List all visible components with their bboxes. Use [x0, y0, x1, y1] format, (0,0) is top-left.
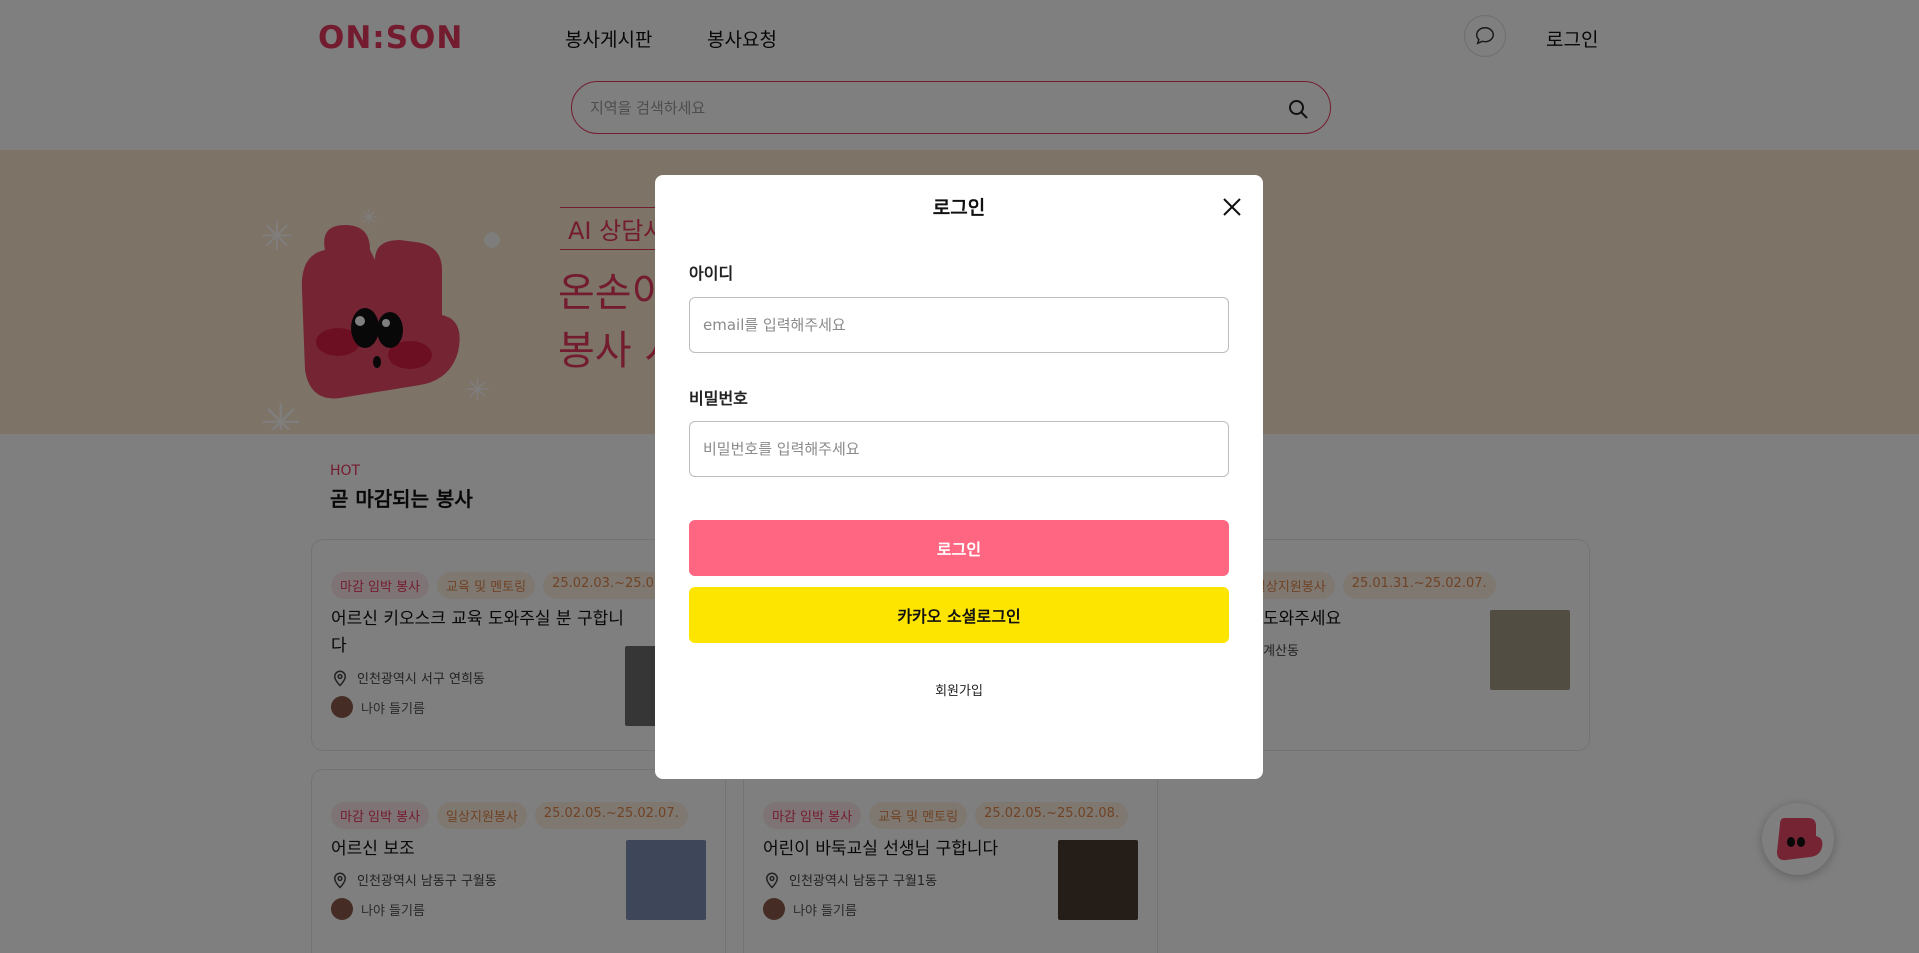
- modal-title: 로그인: [932, 197, 986, 219]
- id-label: 아이디: [689, 264, 734, 283]
- kakao-login-button[interactable]: 카카오 소셜로그인: [689, 587, 1229, 643]
- password-label: 비밀번호: [689, 389, 748, 408]
- email-field[interactable]: [689, 297, 1229, 353]
- signup-link[interactable]: 회원가입: [655, 680, 1263, 699]
- login-button[interactable]: 로그인: [689, 520, 1229, 576]
- close-icon[interactable]: [1220, 195, 1244, 219]
- password-field[interactable]: [689, 421, 1229, 477]
- login-modal: 로그인 아이디 비밀번호 로그인 카카오 소셜로그인 회원가입: [655, 175, 1263, 779]
